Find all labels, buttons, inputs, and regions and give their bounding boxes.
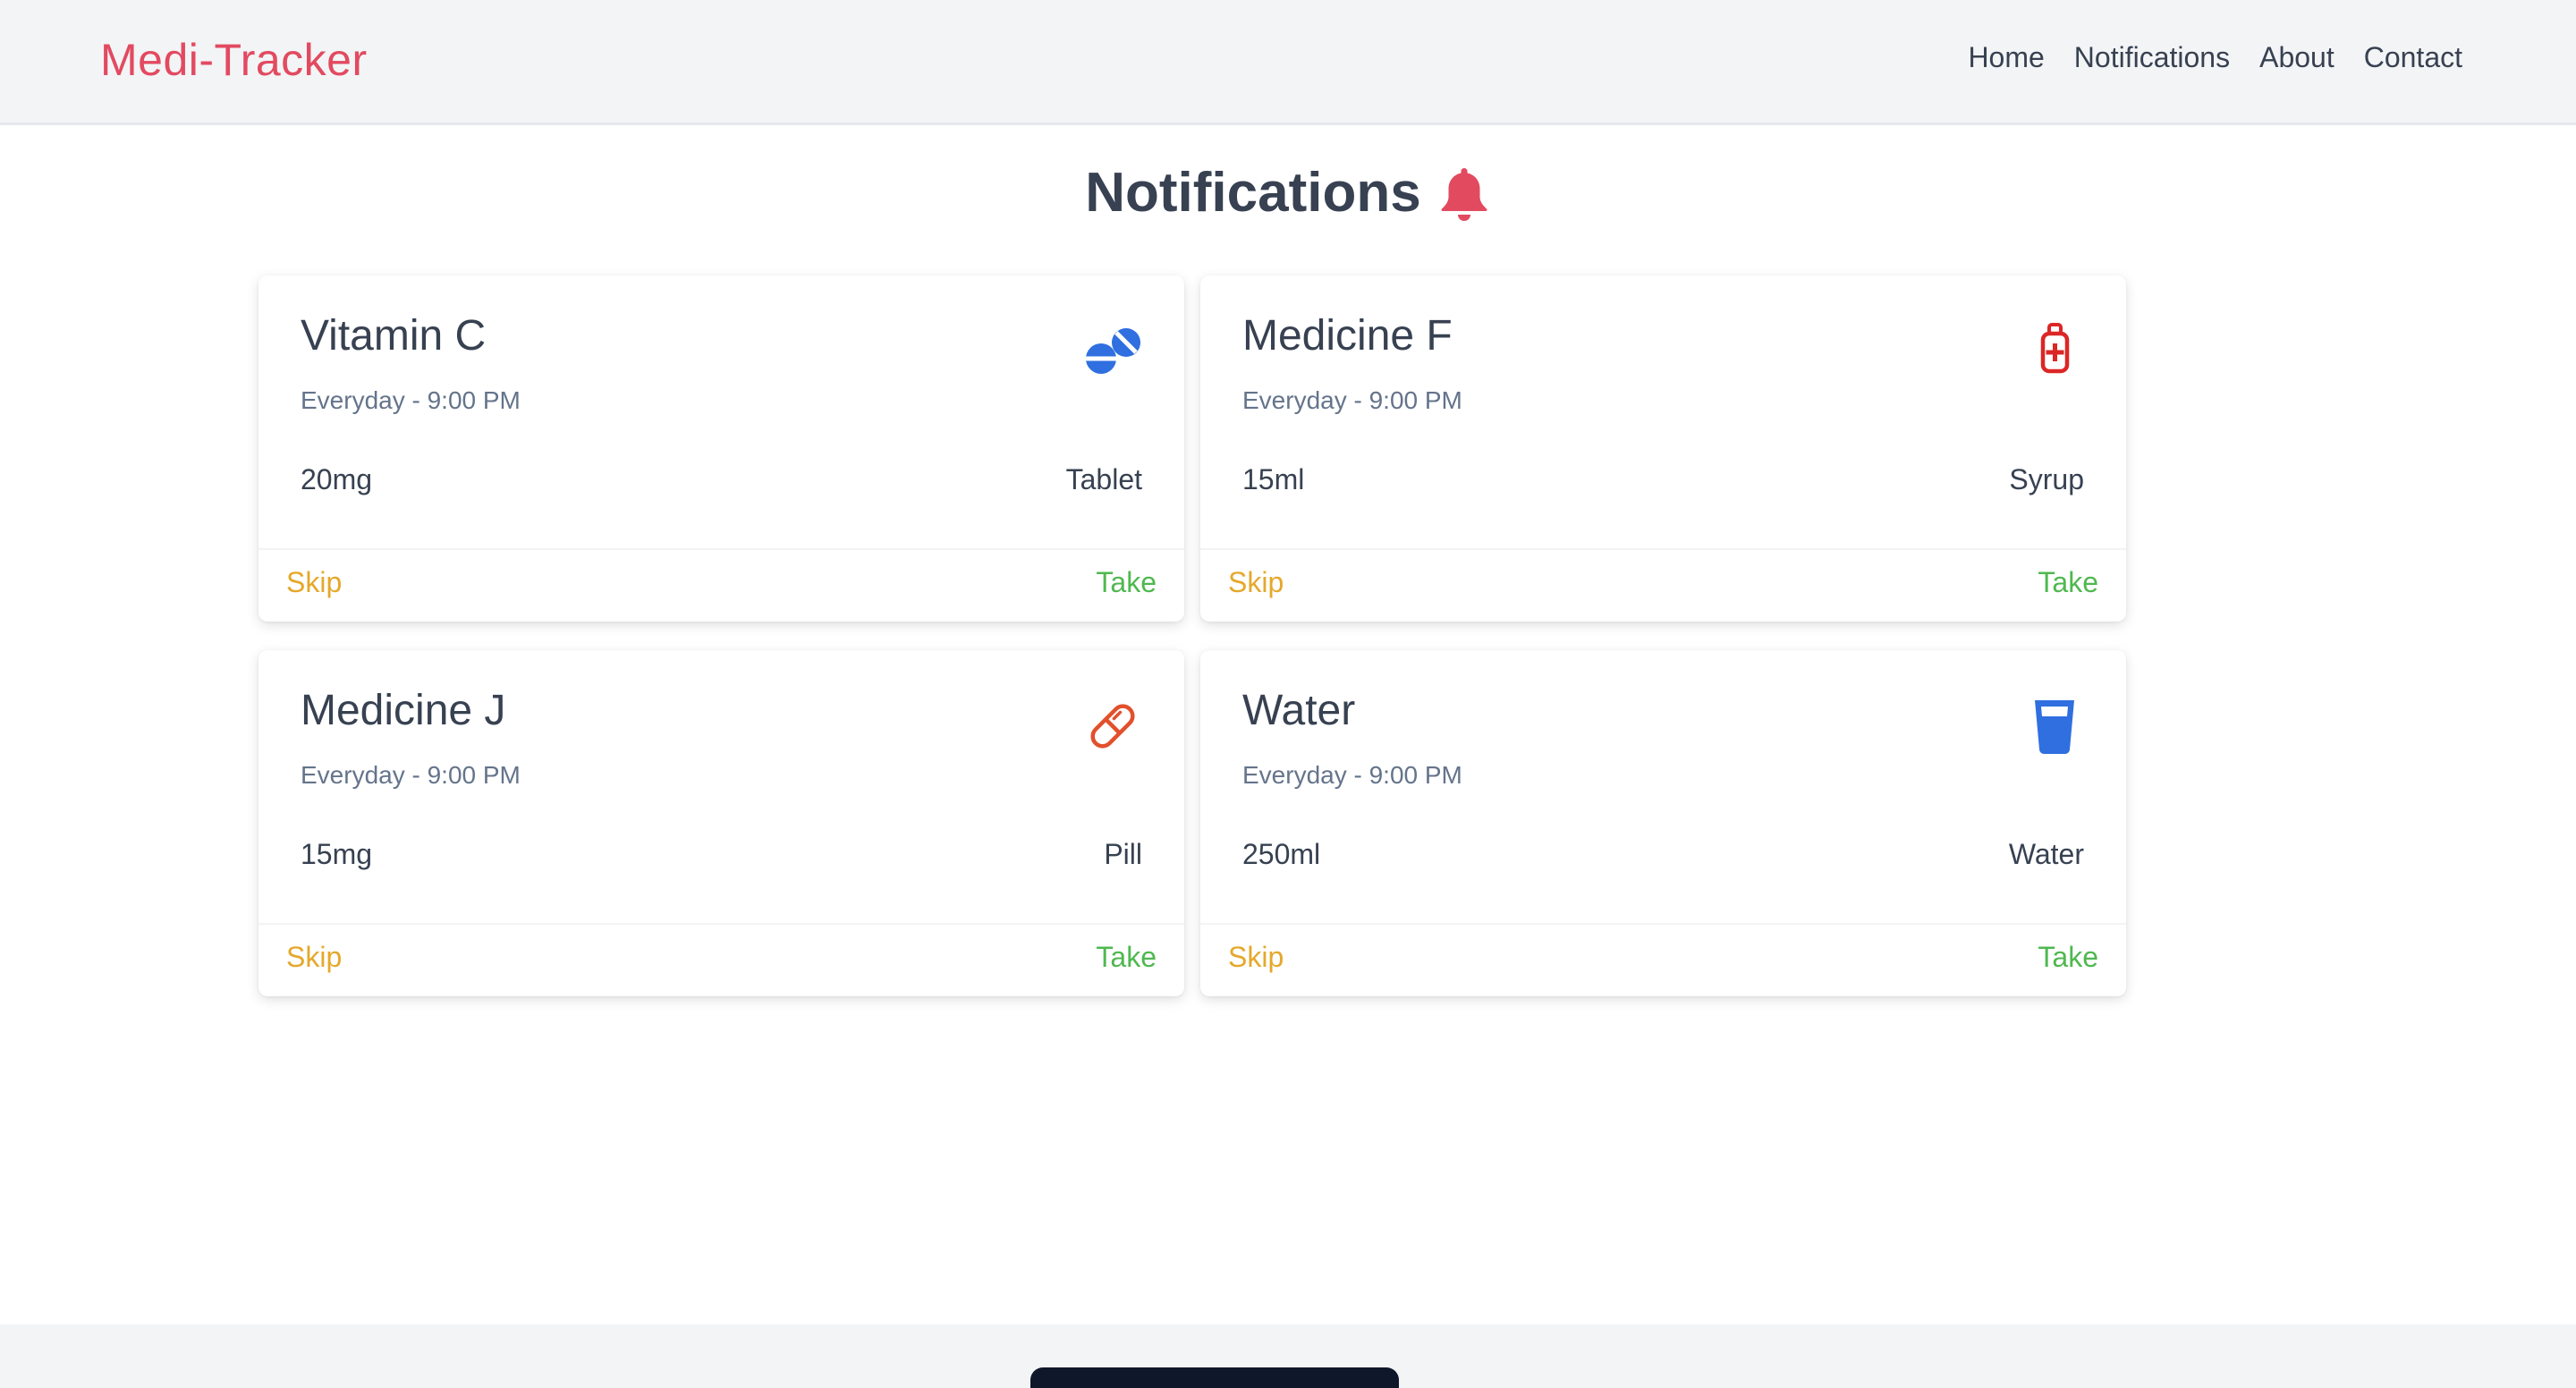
notification-card: Medicine J Everyday - 9:00 PM 15mg Pill …	[258, 650, 1184, 996]
water-glass-icon	[2035, 700, 2074, 754]
skip-button[interactable]: Skip	[1228, 566, 1284, 599]
tablets-icon	[1085, 328, 1140, 374]
notification-card: Water Everyday - 9:00 PM 250ml Water Ski…	[1200, 650, 2126, 996]
take-button[interactable]: Take	[2038, 566, 2098, 599]
card-footer: Skip Take	[1200, 923, 2126, 996]
card-footer: Skip Take	[1200, 548, 2126, 622]
card-footer: Skip Take	[258, 548, 1184, 622]
skip-button[interactable]: Skip	[286, 566, 342, 599]
notification-card: Vitamin C Everyday - 9:00 PM 20mg Tablet…	[258, 275, 1184, 622]
medication-type: Pill	[1104, 838, 1142, 870]
card-footer: Skip Take	[258, 923, 1184, 996]
medicine-bottle-icon	[2040, 323, 2070, 374]
skip-button[interactable]: Skip	[1228, 941, 1284, 974]
medication-name: Vitamin C	[301, 312, 487, 360]
card-body: Water Everyday - 9:00 PM 250ml Water	[1200, 650, 2126, 923]
take-button[interactable]: Take	[1096, 941, 1157, 974]
medication-type: Tablet	[1065, 463, 1142, 495]
take-button[interactable]: Take	[2038, 941, 2098, 974]
page-heading: Notifications	[0, 161, 2576, 224]
medication-name: Medicine J	[301, 687, 506, 734]
medication-schedule: Everyday - 9:00 PM	[1242, 761, 1462, 789]
nav-link-notifications[interactable]: Notifications	[2074, 41, 2230, 74]
nav-link-about[interactable]: About	[2259, 41, 2334, 74]
footer-bar	[1030, 1367, 1399, 1388]
medication-schedule: Everyday - 9:00 PM	[301, 386, 521, 414]
notification-grid: Vitamin C Everyday - 9:00 PM 20mg Tablet…	[258, 275, 2126, 996]
bell-icon	[1441, 167, 1487, 221]
capsule-icon	[1090, 704, 1135, 749]
nav-link-contact[interactable]: Contact	[2364, 41, 2462, 74]
take-button[interactable]: Take	[1096, 566, 1157, 599]
card-body: Medicine J Everyday - 9:00 PM 15mg Pill	[258, 650, 1184, 923]
medication-type: Water	[2008, 838, 2084, 870]
medication-dose: 15ml	[1242, 463, 1305, 495]
medication-type: Syrup	[2009, 463, 2084, 495]
footer	[0, 1325, 2576, 1388]
nav-link-home[interactable]: Home	[1968, 41, 2044, 74]
notification-card: Medicine F Everyday - 9:00 PM 15ml Syrup…	[1200, 275, 2126, 622]
card-body: Medicine F Everyday - 9:00 PM 15ml Syrup	[1200, 275, 2126, 548]
medication-dose: 250ml	[1242, 838, 1321, 870]
medication-dose: 15mg	[301, 838, 373, 870]
medication-name: Medicine F	[1242, 312, 1453, 360]
medication-schedule: Everyday - 9:00 PM	[1242, 386, 1462, 414]
brand-logo[interactable]: Medi-Tracker	[100, 34, 368, 86]
card-body: Vitamin C Everyday - 9:00 PM 20mg Tablet	[258, 275, 1184, 548]
medication-dose: 20mg	[301, 463, 373, 495]
nav-links: Home Notifications About Contact	[1968, 41, 2462, 74]
medication-schedule: Everyday - 9:00 PM	[301, 761, 521, 789]
skip-button[interactable]: Skip	[286, 941, 342, 974]
medication-name: Water	[1242, 687, 1356, 734]
navbar: Medi-Tracker Home Notifications About Co…	[0, 0, 2576, 125]
page-title: Notifications	[1085, 162, 1421, 224]
